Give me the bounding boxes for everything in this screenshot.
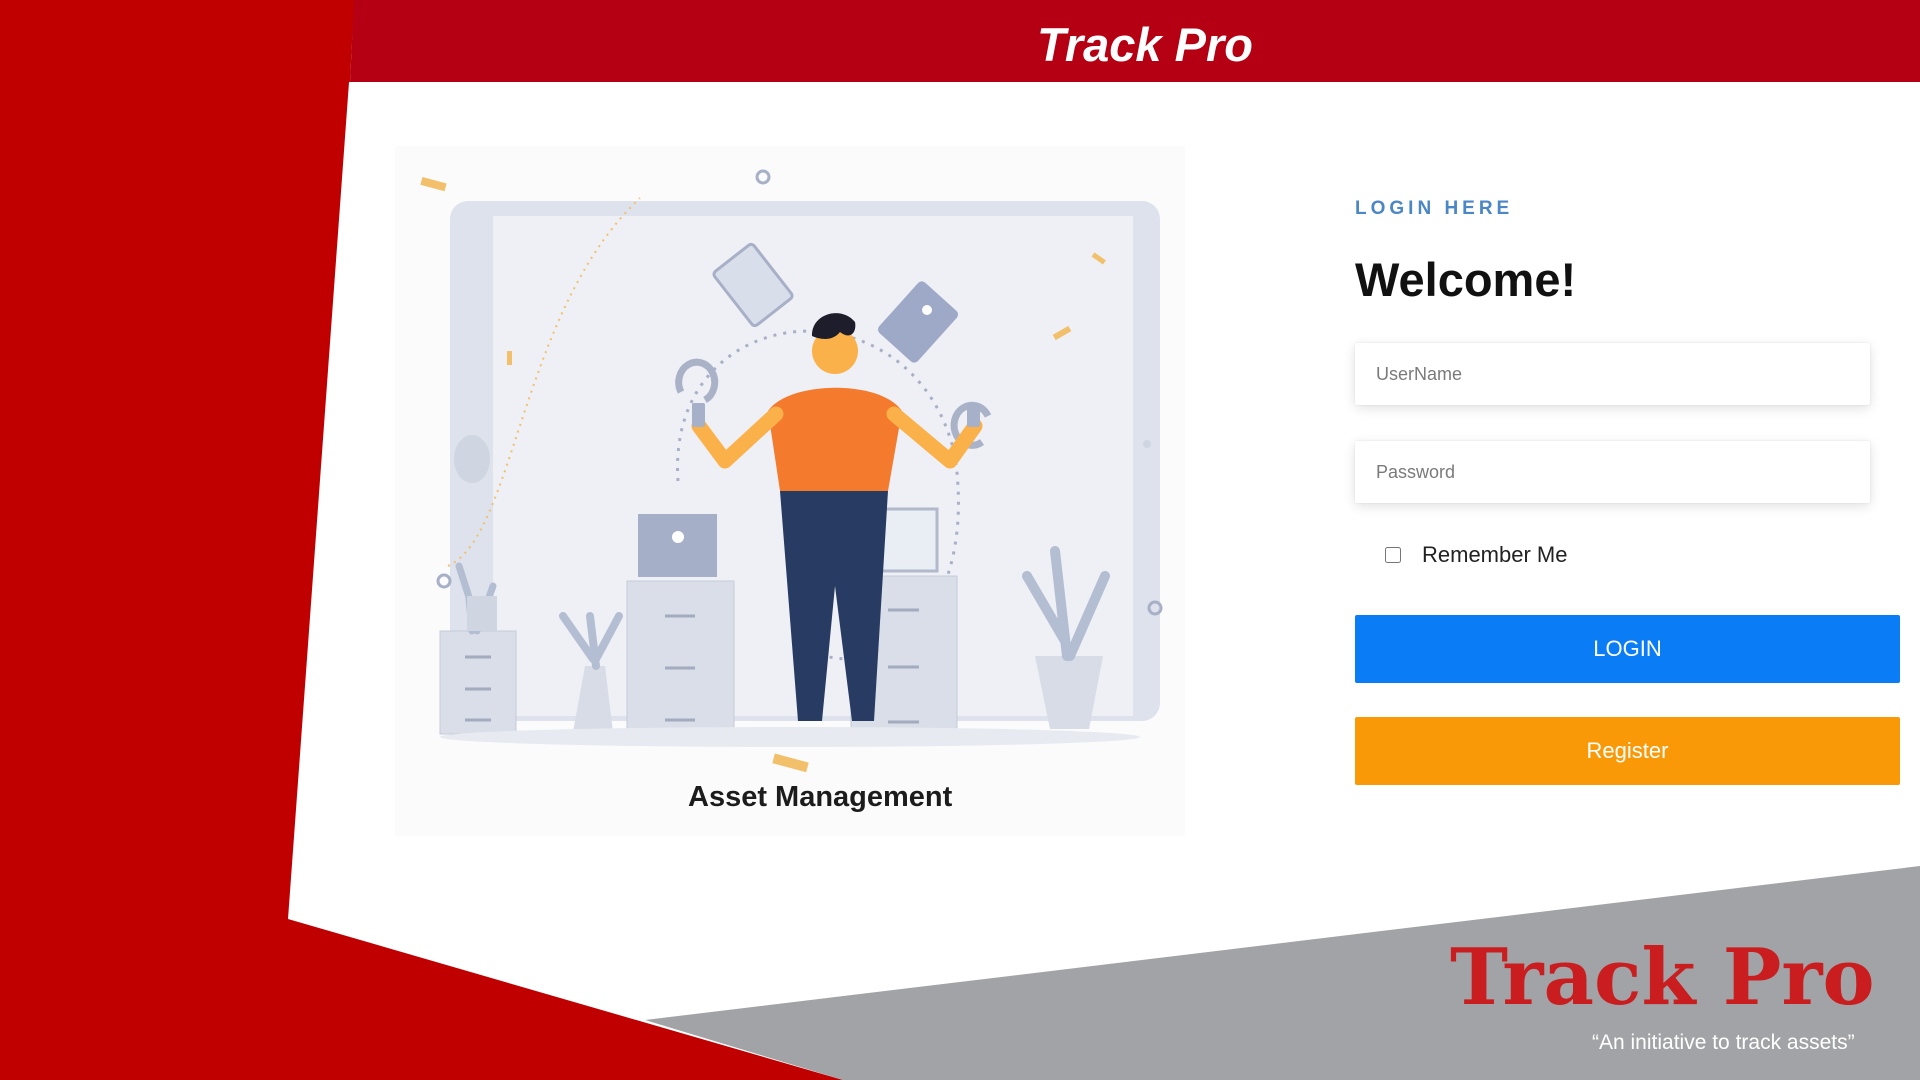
remember-me-checkbox[interactable] xyxy=(1385,547,1401,563)
password-input[interactable] xyxy=(1355,441,1870,503)
login-button[interactable]: LOGIN xyxy=(1355,615,1900,683)
welcome-title: Welcome! xyxy=(1355,253,1577,306)
illustration-caption: Asset Management xyxy=(688,781,953,813)
header-bar xyxy=(0,0,1920,82)
remember-me-label: Remember Me xyxy=(1422,542,1568,567)
username-input[interactable] xyxy=(1355,343,1870,405)
brand-tagline: “An initiative to track assets” xyxy=(1592,1031,1855,1054)
remember-me-row[interactable]: Remember Me xyxy=(1385,541,1567,569)
login-section-label: LOGIN HERE xyxy=(1355,198,1514,219)
register-button[interactable]: Register xyxy=(1355,717,1900,785)
login-page: Track Pro Asset Management LOGIN HERE We… xyxy=(0,0,1920,1080)
header-title: Track Pro xyxy=(1037,18,1253,71)
brand-name: Track Pro xyxy=(1450,932,1875,1023)
asset-manager-illustration xyxy=(395,146,1185,836)
